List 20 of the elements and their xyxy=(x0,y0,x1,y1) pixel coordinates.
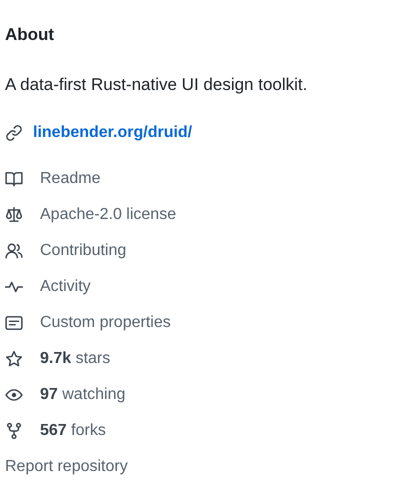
note-icon xyxy=(5,314,23,332)
sidebar-link[interactable]: Activity xyxy=(40,278,91,296)
sidebar-link[interactable]: 97 watching xyxy=(40,386,126,404)
website-link[interactable]: linebender.org/druid/ xyxy=(33,124,192,142)
section-title: About xyxy=(5,24,56,46)
eye-icon xyxy=(5,386,23,404)
book-icon xyxy=(5,170,23,188)
description: A data-first Rust-native UI design toolkit. xyxy=(5,74,308,96)
sidebar-link[interactable]: 567 forks xyxy=(40,422,106,440)
sidebar-link[interactable]: Contributing xyxy=(40,242,126,260)
link-icon xyxy=(5,124,23,142)
star-icon xyxy=(5,350,23,368)
sidebar-link[interactable]: Readme xyxy=(40,170,100,188)
scale-icon xyxy=(5,206,23,224)
sidebar-link[interactable]: Apache-2.0 license xyxy=(40,206,176,224)
fork-icon xyxy=(5,422,23,440)
report-link[interactable]: Report repository xyxy=(5,455,128,479)
people-icon xyxy=(5,242,23,260)
sidebar-link[interactable]: 9.7k stars xyxy=(40,350,110,368)
sidebar-link[interactable]: Custom properties xyxy=(40,314,171,332)
